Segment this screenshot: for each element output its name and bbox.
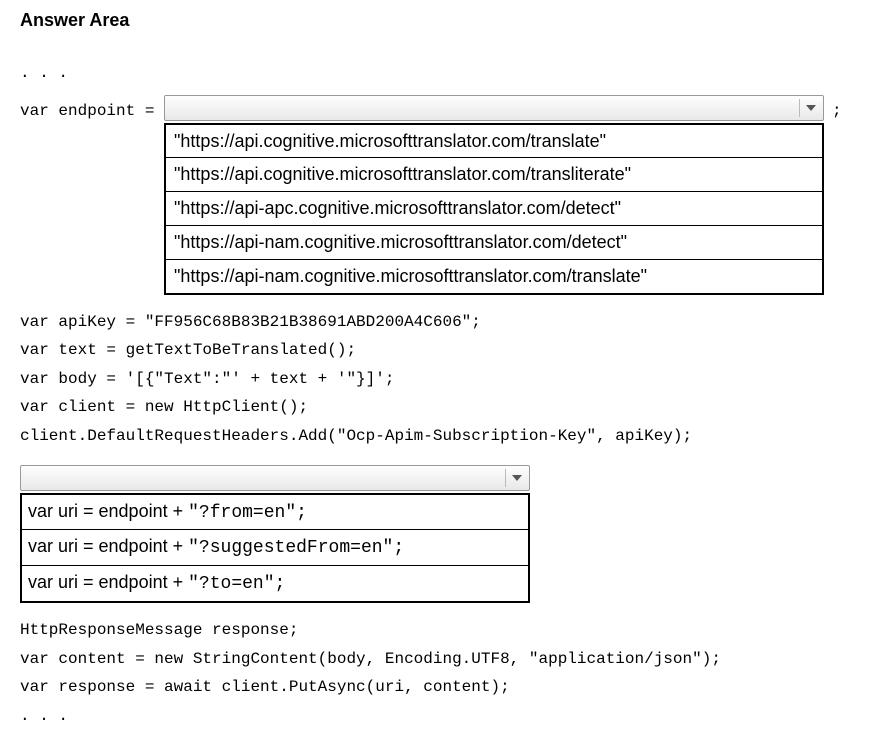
uri-option-value: "?from=en"; [188, 503, 307, 523]
code-text: var text = getTextToBeTranslated(); [20, 338, 864, 364]
code-block: . . . var endpoint = "https://api.cognit… [20, 61, 864, 729]
uri-option-prefix: var uri = endpoint + [28, 572, 188, 592]
code-body: var body = '[{"Text":"' + text + '"}]'; [20, 367, 864, 393]
page-title: Answer Area [20, 10, 864, 31]
endpoint-option[interactable]: "https://api-apc.cognitive.microsofttran… [166, 192, 822, 226]
uri-option-prefix: var uri = endpoint + [28, 536, 188, 556]
uri-option[interactable]: var uri = endpoint + "?to=en"; [22, 566, 528, 601]
code-response-await: var response = await client.PutAsync(uri… [20, 675, 864, 701]
code-content: var content = new StringContent(body, En… [20, 647, 864, 673]
uri-dropdown-row: var uri = endpoint + "?from=en"; var uri… [20, 465, 864, 603]
endpoint-var-label: var endpoint = [20, 95, 164, 125]
code-headers: client.DefaultRequestHeaders.Add("Ocp-Ap… [20, 424, 864, 450]
code-client: var client = new HttpClient(); [20, 395, 864, 421]
code-ellipsis-end: . . . [20, 704, 864, 730]
uri-option-prefix: var uri = endpoint + [28, 501, 188, 521]
uri-dropdown-container: var uri = endpoint + "?from=en"; var uri… [20, 465, 530, 603]
endpoint-dropdown-container: "https://api.cognitive.microsofttranslat… [164, 95, 824, 295]
uri-dropdown[interactable] [20, 465, 530, 491]
uri-option[interactable]: var uri = endpoint + "?suggestedFrom=en"… [22, 530, 528, 566]
endpoint-option[interactable]: "https://api.cognitive.microsofttranslat… [166, 125, 822, 159]
chevron-down-icon [505, 469, 525, 487]
endpoint-option[interactable]: "https://api.cognitive.microsofttranslat… [166, 158, 822, 192]
uri-option-value: "?to=en"; [188, 574, 285, 594]
uri-option-value: "?suggestedFrom=en"; [188, 538, 404, 558]
endpoint-dropdown-row: var endpoint = "https://api.cognitive.mi… [20, 95, 864, 295]
endpoint-semicolon: ; [824, 95, 842, 125]
code-apikey: var apiKey = "FF956C68B83B21B38691ABD200… [20, 310, 864, 336]
code-ellipsis: . . . [20, 61, 864, 87]
chevron-down-icon [799, 99, 819, 117]
endpoint-option[interactable]: "https://api-nam.cognitive.microsofttran… [166, 226, 822, 260]
endpoint-option[interactable]: "https://api-nam.cognitive.microsofttran… [166, 260, 822, 293]
endpoint-options-box: "https://api.cognitive.microsofttranslat… [164, 123, 824, 295]
uri-option[interactable]: var uri = endpoint + "?from=en"; [22, 495, 528, 531]
uri-options-box: var uri = endpoint + "?from=en"; var uri… [20, 493, 530, 603]
code-response-decl: HttpResponseMessage response; [20, 618, 864, 644]
endpoint-dropdown[interactable] [164, 95, 824, 121]
